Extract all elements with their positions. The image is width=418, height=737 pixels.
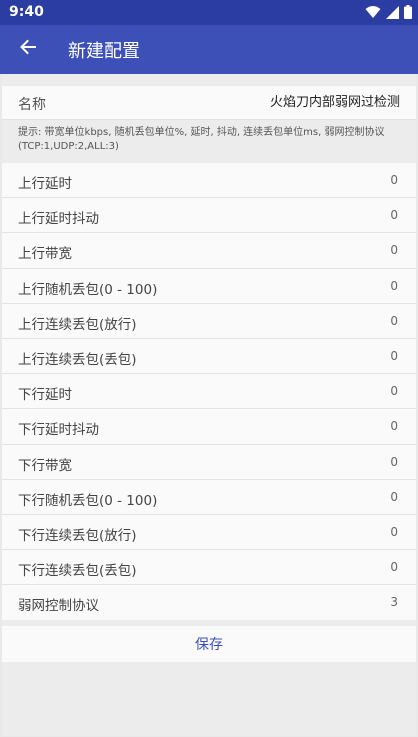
- setting-label: 下行延时抖动: [18, 422, 99, 439]
- cell-signal-icon: [386, 4, 399, 23]
- settings-list: 上行延时 0 上行延时抖动 0 上行带宽 0 上行随机丢包(0 - 100) 0 上行连续丢包(…: [2, 163, 416, 621]
- arrow-left-icon: [19, 38, 37, 60]
- setting-label: 上行连续丢包(放行): [18, 316, 137, 333]
- setting-value[interactable]: 3: [390, 595, 398, 609]
- setting-row[interactable]: 上行带宽 0: [2, 233, 416, 269]
- setting-row[interactable]: 下行连续丢包(放行) 0: [2, 515, 416, 551]
- setting-label: 下行带宽: [18, 457, 72, 474]
- setting-value[interactable]: 0: [390, 173, 398, 187]
- status-bar: 9:40: [0, 0, 418, 25]
- setting-value[interactable]: 0: [390, 208, 398, 222]
- setting-label: 下行延时: [18, 387, 72, 404]
- save-bar: 保存: [2, 626, 416, 662]
- setting-value[interactable]: 0: [390, 349, 398, 363]
- setting-value[interactable]: 0: [390, 384, 398, 398]
- setting-value[interactable]: 0: [390, 560, 398, 574]
- setting-value[interactable]: 0: [390, 455, 398, 469]
- setting-label: 下行连续丢包(放行): [18, 527, 137, 544]
- battery-icon: [404, 4, 412, 23]
- setting-value[interactable]: 0: [390, 490, 398, 504]
- setting-label: 上行随机丢包(0 - 100): [18, 281, 158, 298]
- config-form: 名称 提示: 带宽单位kbps, 随机丢包单位%, 延时, 抖动, 连续丢包单位…: [2, 74, 416, 736]
- setting-row[interactable]: 上行延时抖动 0: [2, 198, 416, 234]
- wifi-icon: [365, 4, 381, 23]
- setting-row[interactable]: 上行连续丢包(放行) 0: [2, 304, 416, 339]
- setting-row[interactable]: 弱网控制协议 3: [2, 585, 416, 620]
- status-icons: [365, 4, 412, 23]
- name-row: 名称: [2, 86, 416, 120]
- setting-row[interactable]: 下行延时 0: [2, 374, 416, 410]
- hint-text: 提示: 带宽单位kbps, 随机丢包单位%, 延时, 抖动, 连续丢包单位ms,…: [18, 127, 385, 152]
- app-bar: 新建配置: [0, 25, 418, 74]
- setting-value[interactable]: 0: [390, 314, 398, 328]
- setting-row[interactable]: 上行连续丢包(丢包) 0: [2, 339, 416, 375]
- setting-label: 上行连续丢包(丢包): [18, 351, 137, 368]
- setting-row[interactable]: 下行延时抖动 0: [2, 409, 416, 445]
- setting-value[interactable]: 0: [390, 279, 398, 293]
- save-button[interactable]: 保存: [2, 626, 416, 662]
- back-button[interactable]: [14, 35, 42, 63]
- name-input[interactable]: [160, 91, 400, 110]
- setting-label: 下行连续丢包(丢包): [18, 563, 137, 580]
- setting-row[interactable]: 下行带宽 0: [2, 445, 416, 480]
- setting-label: 上行带宽: [18, 246, 72, 263]
- setting-label: 下行随机丢包(0 - 100): [18, 492, 158, 509]
- setting-value[interactable]: 0: [390, 525, 398, 539]
- setting-row[interactable]: 上行随机丢包(0 - 100) 0: [2, 269, 416, 304]
- setting-row[interactable]: 上行延时 0: [2, 163, 416, 199]
- page-title: 新建配置: [68, 41, 140, 62]
- setting-value[interactable]: 0: [390, 419, 398, 433]
- name-label: 名称: [18, 97, 46, 113]
- setting-label: 上行延时: [18, 176, 72, 192]
- setting-row[interactable]: 下行连续丢包(丢包) 0: [2, 550, 416, 586]
- setting-label: 弱网控制协议: [18, 598, 99, 615]
- status-time: 9:40: [9, 4, 44, 20]
- setting-label: 上行延时抖动: [18, 211, 99, 228]
- setting-value[interactable]: 0: [390, 243, 398, 257]
- setting-row[interactable]: 下行随机丢包(0 - 100) 0: [2, 480, 416, 515]
